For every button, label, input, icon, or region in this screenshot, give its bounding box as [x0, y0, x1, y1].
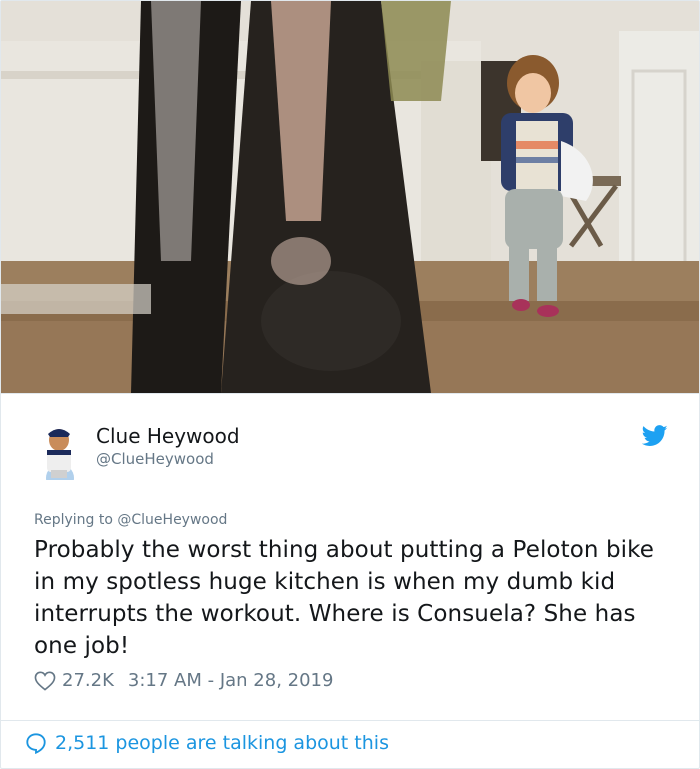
tweet-timestamp[interactable]: 3:17 AM - Jan 28, 2019: [128, 670, 334, 691]
author-handle[interactable]: @ClueHeywood: [96, 450, 214, 468]
tweet-meta: 27.2K 3:17 AM - Jan 28, 2019: [34, 670, 333, 691]
author-name[interactable]: Clue Heywood: [96, 424, 240, 448]
conversation-link[interactable]: 2,511 people are talking about this: [25, 732, 389, 754]
twitter-bird-icon[interactable]: [642, 425, 668, 447]
replying-handle-link[interactable]: @ClueHeywood: [117, 512, 227, 528]
tweet-media-image[interactable]: [1, 1, 699, 393]
conversation-count[interactable]: 2,511 people are talking about this: [55, 732, 389, 754]
media-illustration: [1, 1, 699, 393]
avatar[interactable]: [35, 424, 85, 480]
replying-to: Replying to @ClueHeywood: [34, 512, 227, 528]
like-count[interactable]: 27.2K: [62, 670, 114, 691]
tweet-text: Probably the worst thing about putting a…: [34, 537, 655, 659]
speech-bubble-icon: [26, 733, 46, 754]
heart-icon[interactable]: [34, 671, 56, 691]
tweet-card: Clue Heywood @ClueHeywood Replying to @C…: [0, 0, 700, 769]
replying-label: Replying to: [34, 512, 113, 528]
divider: [1, 720, 699, 721]
